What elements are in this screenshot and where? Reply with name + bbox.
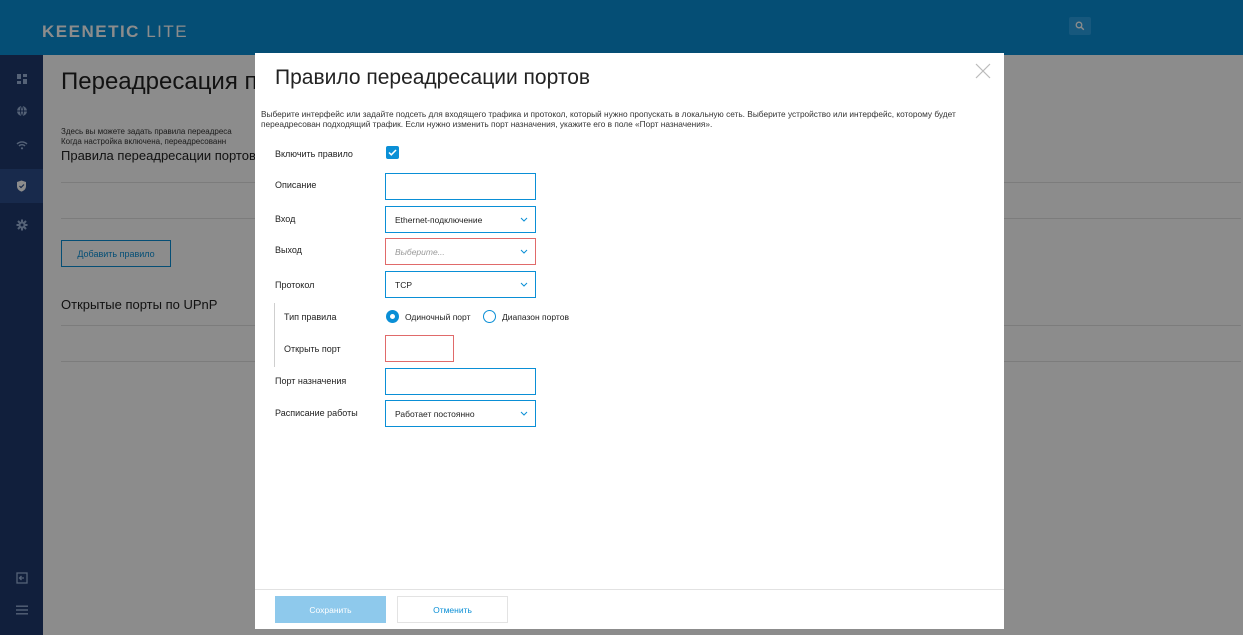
- protocol-select[interactable]: TCP: [385, 271, 536, 298]
- output-label: Выход: [275, 245, 302, 255]
- chevron-down-icon: [520, 249, 528, 254]
- dialog-title: Правило переадресации портов: [275, 66, 591, 89]
- destination-port-label: Порт назначения: [275, 376, 347, 386]
- input-label: Вход: [275, 214, 296, 224]
- input-select-value: Ethernet-подключение: [395, 215, 483, 225]
- rule-type-single-label[interactable]: Одиночный порт: [405, 312, 470, 322]
- schedule-label: Расписание работы: [275, 408, 358, 418]
- cancel-button[interactable]: Отменить: [397, 596, 508, 623]
- output-select[interactable]: Выберите...: [385, 238, 536, 265]
- dialog-footer-divider: [255, 589, 1004, 590]
- description-field[interactable]: [385, 173, 536, 200]
- enable-rule-label: Включить правило: [275, 149, 353, 159]
- protocol-select-value: TCP: [395, 280, 412, 290]
- input-select[interactable]: Ethernet-подключение: [385, 206, 536, 233]
- port-forwarding-rule-dialog: Правило переадресации портов Выберите ин…: [255, 53, 1004, 629]
- output-select-placeholder: Выберите...: [395, 247, 445, 257]
- chevron-down-icon: [520, 282, 528, 287]
- rule-type-range-radio[interactable]: [483, 310, 496, 323]
- check-icon: [388, 149, 397, 156]
- close-icon: [975, 63, 991, 79]
- rule-type-single-radio[interactable]: [386, 310, 399, 323]
- chevron-down-icon: [520, 411, 528, 416]
- sub-options-indicator: [274, 303, 275, 367]
- chevron-down-icon: [520, 217, 528, 222]
- description-label: Описание: [275, 180, 317, 190]
- dialog-description: Выберите интерфейс или задайте подсеть д…: [261, 109, 956, 129]
- close-button[interactable]: [974, 62, 992, 80]
- open-port-label: Открыть порт: [284, 344, 341, 354]
- enable-rule-checkbox[interactable]: [386, 146, 399, 159]
- schedule-select-value: Работает постоянно: [395, 409, 475, 419]
- destination-port-field[interactable]: [385, 368, 536, 395]
- protocol-label: Протокол: [275, 280, 315, 290]
- schedule-select[interactable]: Работает постоянно: [385, 400, 536, 427]
- rule-type-label: Тип правила: [284, 312, 337, 322]
- rule-type-range-label[interactable]: Диапазон портов: [502, 312, 569, 322]
- save-button[interactable]: Сохранить: [275, 596, 386, 623]
- open-port-field[interactable]: [385, 335, 454, 362]
